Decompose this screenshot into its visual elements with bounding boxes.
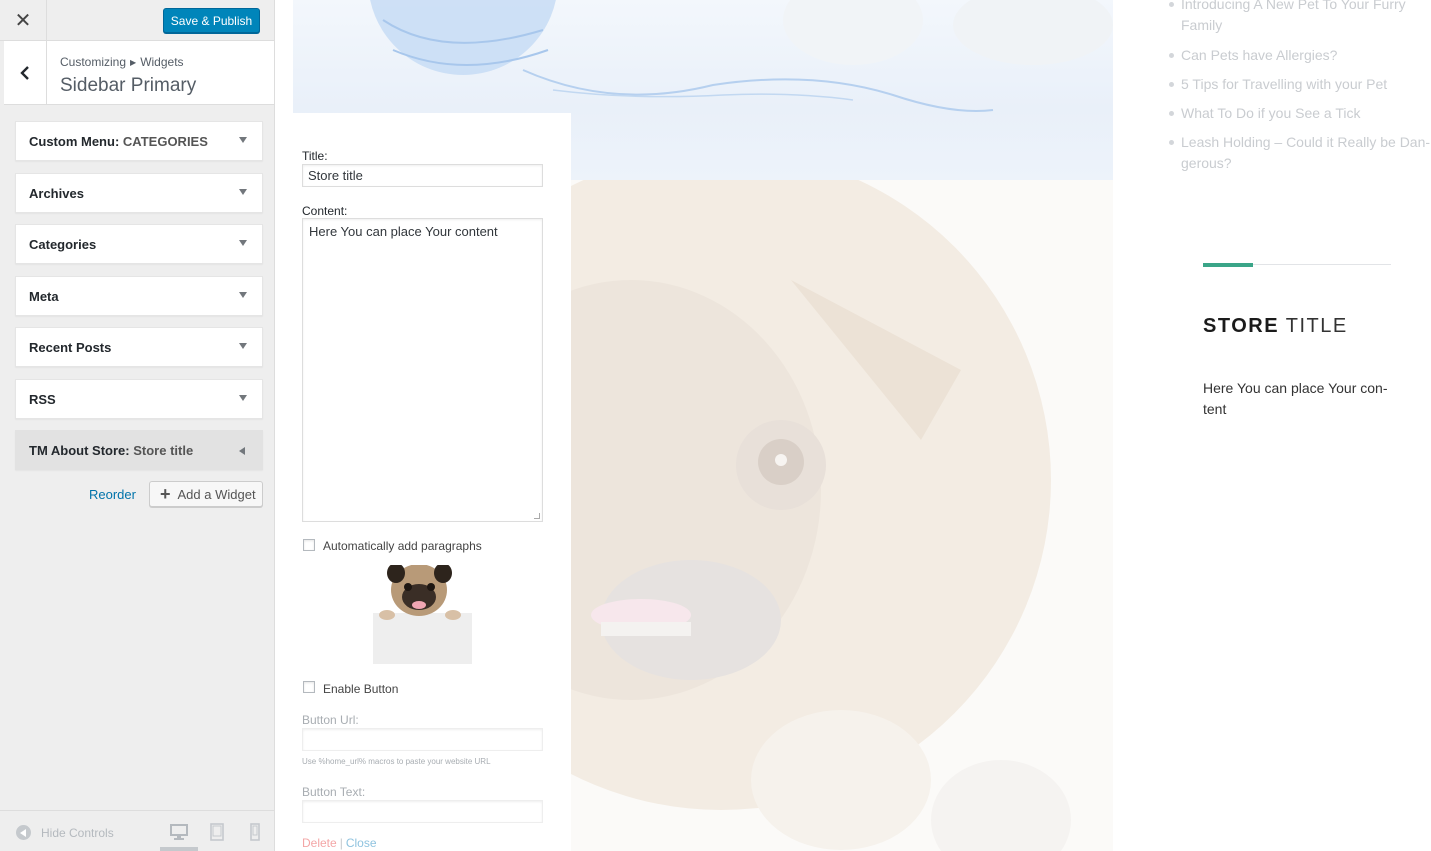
section-header: Customizing ▶ Widgets Sidebar Primary	[4, 41, 274, 105]
store-widget-content: Here You can place Your con-tent	[1203, 380, 1388, 417]
breadcrumb-child: Widgets	[140, 55, 184, 69]
widget-settings-form: Title: Store title Content: Here You can…	[275, 113, 571, 851]
add-widget-label: Add a Widget	[177, 486, 256, 502]
widget-name: Archives	[29, 185, 84, 201]
resize-handle-icon[interactable]	[534, 513, 540, 519]
store-title-light: TITLE	[1285, 315, 1348, 337]
auto-paragraphs-checkbox[interactable]	[303, 539, 315, 551]
back-button[interactable]	[4, 41, 47, 105]
customizer-footer: Hide Controls	[0, 810, 274, 851]
chevron-left-icon	[20, 66, 29, 80]
customizer-sidebar: ✕ Save & Publish Customizing ▶ Widgets Sid…	[0, 0, 275, 851]
recent-post-link[interactable]: Introducing A New Pet To Your Furry Fami…	[1169, 0, 1431, 36]
customizer-header: ✕ Save & Publish	[0, 0, 274, 41]
content-textarea[interactable]: Here You can place Your content	[302, 218, 543, 522]
content-label: Content:	[302, 204, 348, 218]
title-input[interactable]: Store title	[302, 164, 543, 187]
widget-name: TM About Store	[29, 442, 126, 458]
enable-button-label: Enable Button	[323, 682, 399, 696]
desktop-icon[interactable]	[170, 823, 188, 841]
widget-name: Recent Posts	[29, 339, 112, 355]
breadcrumb-separator-icon: ▶	[130, 58, 137, 67]
save-publish-button[interactable]: Save & Publish	[163, 8, 260, 33]
widget-name: Meta	[29, 288, 59, 304]
title-label: Title:	[302, 149, 328, 163]
recent-post-link[interactable]: 5 Tips for Travelling with your Pet	[1169, 74, 1431, 95]
widget-meta[interactable]: Meta	[15, 276, 263, 316]
breadcrumb-root: Customizing	[60, 55, 127, 69]
expand-arrow-icon[interactable]	[239, 395, 247, 401]
enable-button-checkbox[interactable]	[303, 681, 315, 693]
recent-post-link[interactable]: Can Pets have Allergies?	[1169, 45, 1431, 66]
widget-recent-posts[interactable]: Recent Posts	[15, 327, 263, 367]
section-divider-accent	[1203, 263, 1253, 267]
widget-name: RSS	[29, 391, 56, 407]
delete-widget-link[interactable]: Delete	[302, 836, 337, 850]
hide-controls-label: Hide Controls	[41, 825, 114, 840]
widget-categories[interactable]: Categories	[15, 224, 263, 264]
reorder-link[interactable]: Reorder	[89, 487, 136, 502]
expand-arrow-icon[interactable]	[239, 343, 247, 349]
collapse-icon	[16, 825, 31, 840]
preview-sidebar: Introducing A New Pet To Your Furry Fami…	[1113, 0, 1431, 851]
expand-arrow-icon[interactable]	[239, 240, 247, 246]
recent-post-link[interactable]: What To Do if you See a Tick	[1169, 103, 1431, 124]
button-text-input[interactable]	[302, 800, 543, 823]
widget-instance-title: Store title	[133, 442, 194, 458]
button-url-input[interactable]	[302, 728, 543, 751]
close-widget-link[interactable]: Close	[346, 836, 377, 850]
plus-icon: +	[160, 484, 171, 504]
content-text: Here You can place Your content	[309, 224, 498, 239]
section-title: Sidebar Primary	[60, 75, 197, 96]
button-text-label: Button Text:	[302, 785, 366, 799]
pug-thumbnail-image	[373, 565, 472, 664]
tablet-icon[interactable]	[208, 823, 226, 841]
button-url-label: Button Url:	[302, 713, 359, 727]
pug-background-image	[571, 180, 1113, 851]
widget-tm-about-store[interactable]: TM About Store: Store title	[15, 430, 263, 470]
widget-archives[interactable]: Archives	[15, 173, 263, 213]
auto-paragraphs-label: Automatically add paragraphs	[323, 539, 482, 553]
pug-illustration	[571, 180, 1071, 851]
store-widget-title: STORE TITLE	[1203, 315, 1348, 338]
store-title-bold: STORE	[1203, 315, 1280, 337]
breadcrumb: Customizing ▶ Widgets	[60, 55, 184, 69]
button-url-hint: Use %home_url% macros to paste your webs…	[302, 757, 491, 766]
widget-action-links: Delete | Close	[302, 836, 377, 850]
recent-post-link[interactable]: Leash Holding – Could it Really be Dan-g…	[1169, 132, 1431, 174]
active-device-indicator	[160, 847, 198, 851]
mobile-icon[interactable]	[246, 823, 264, 841]
close-customizer-button[interactable]: ✕	[0, 0, 47, 41]
hide-controls-button[interactable]: Hide Controls	[16, 825, 114, 840]
widget-custom-menu[interactable]: Custom Menu: CATEGORIES	[15, 121, 263, 161]
store-image-thumbnail[interactable]	[373, 565, 472, 664]
widget-instance-title: CATEGORIES	[122, 133, 208, 149]
expand-arrow-icon[interactable]	[239, 137, 247, 143]
widget-name: Custom Menu	[29, 133, 115, 149]
expand-arrow-icon[interactable]	[239, 189, 247, 195]
close-icon: ✕	[14, 10, 32, 32]
widget-name: Categories	[29, 236, 97, 252]
add-widget-button[interactable]: + Add a Widget	[149, 481, 263, 507]
widget-rss[interactable]: RSS	[15, 379, 263, 419]
expand-arrow-icon[interactable]	[239, 292, 247, 298]
link-separator: |	[339, 836, 343, 850]
collapse-arrow-icon[interactable]	[239, 447, 245, 455]
